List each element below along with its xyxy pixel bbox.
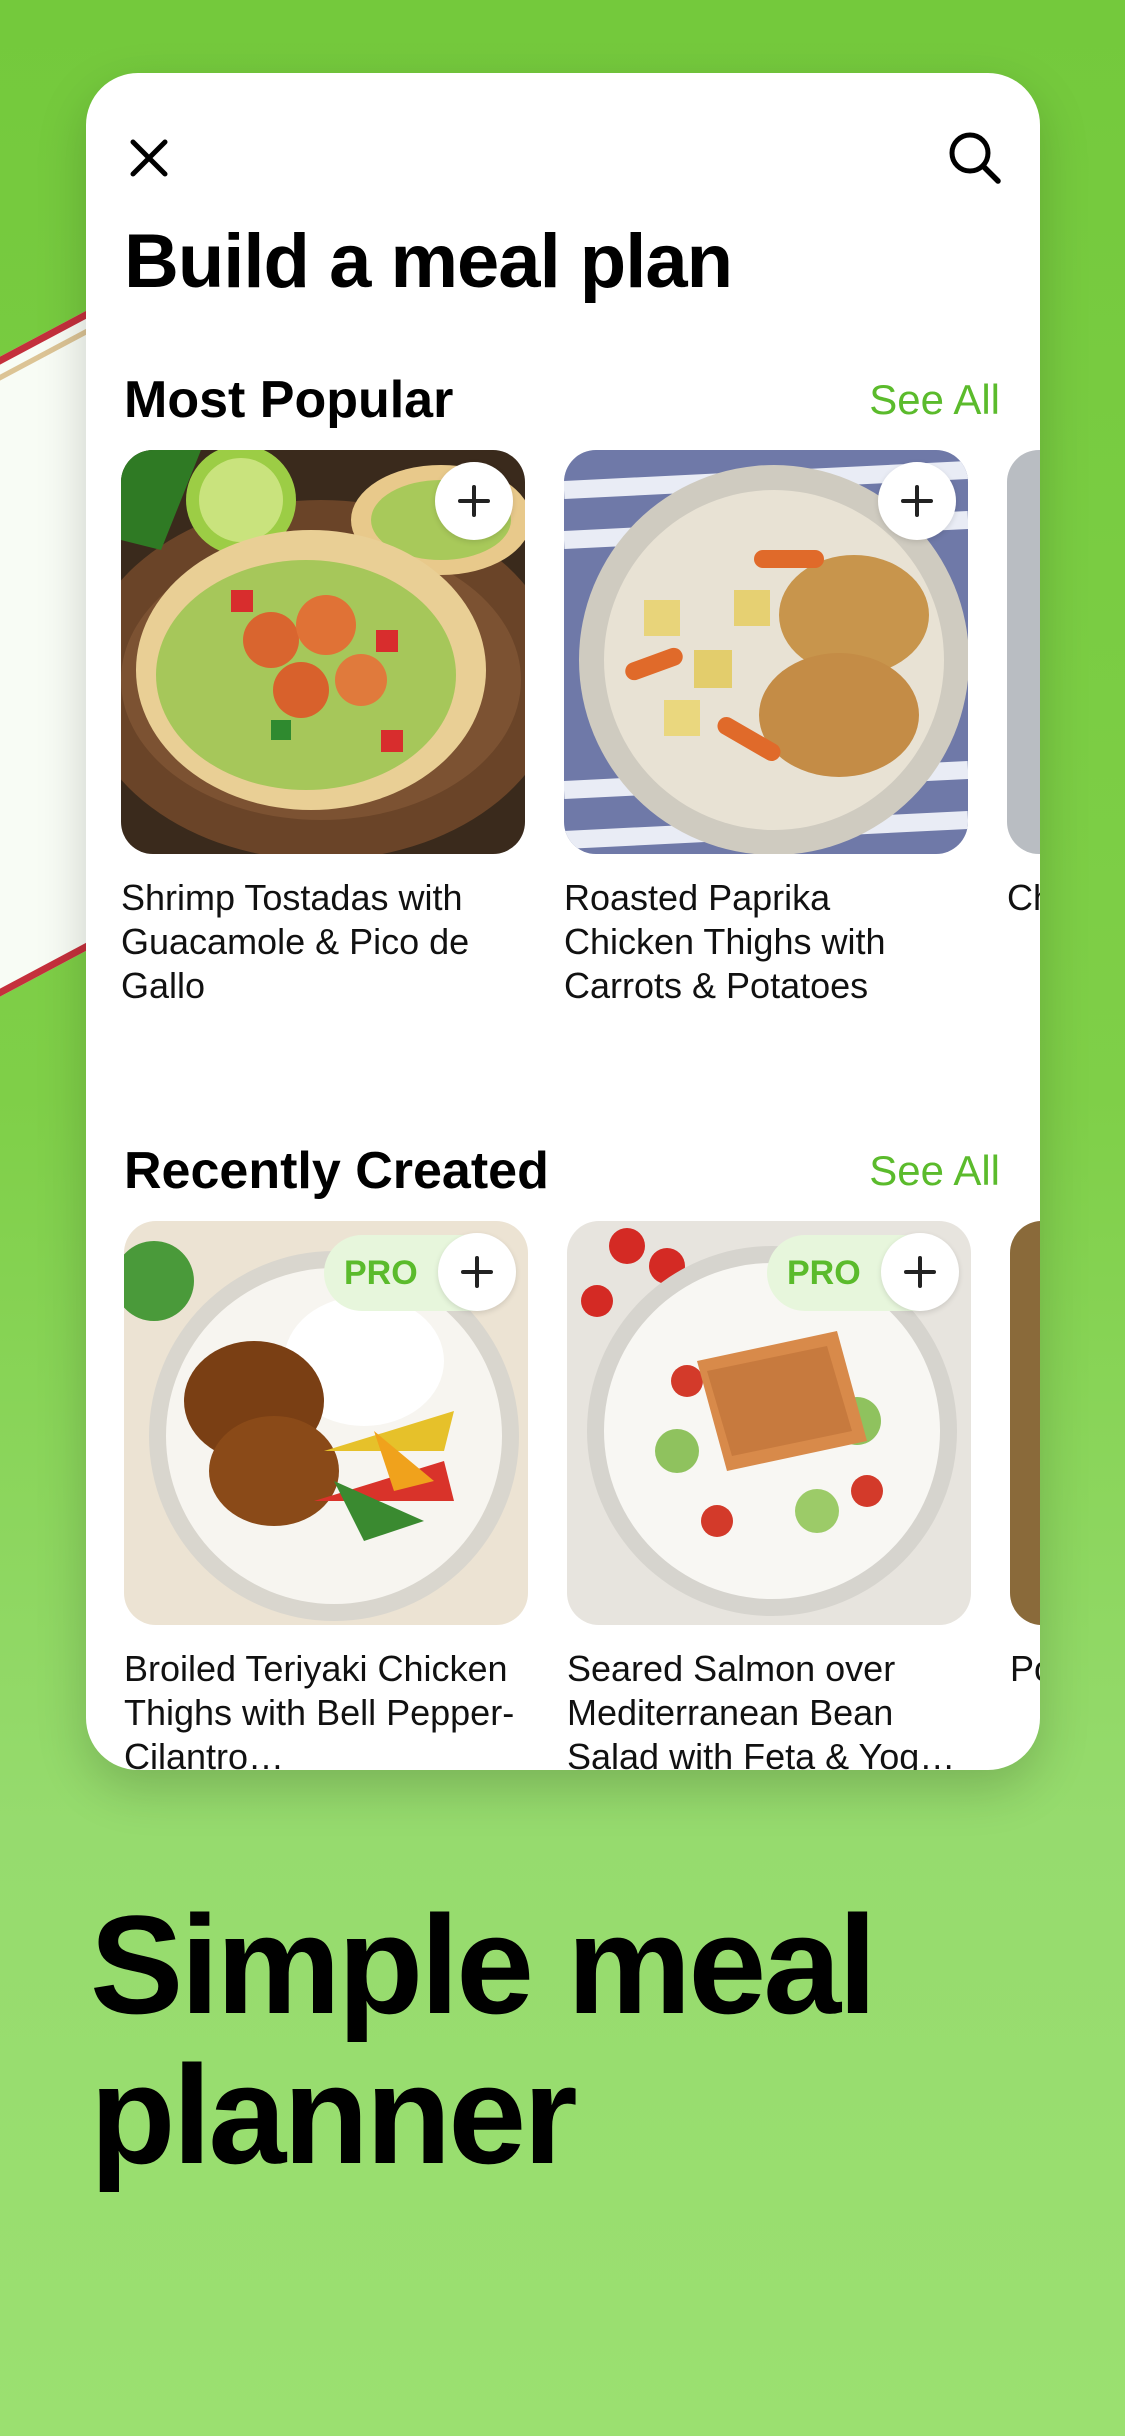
meal-plan-sheet: Build a meal plan Most Popular See All S… xyxy=(86,73,1040,1770)
add-to-plan-button[interactable] xyxy=(435,462,513,540)
search-button[interactable] xyxy=(938,121,1012,195)
recipe-title: Seared Salmon over Mediterranean Bean Sa… xyxy=(567,1648,956,1770)
section-title: Recently Created xyxy=(124,1142,549,1200)
plus-icon xyxy=(461,1256,493,1288)
search-icon xyxy=(949,132,1001,184)
recipe-card-seared-salmon[interactable]: PRO Seared Salmon over Mediterranean Bea… xyxy=(567,1221,971,1770)
section-header: Recently Created See All xyxy=(124,1141,1000,1201)
plus-icon xyxy=(904,1256,936,1288)
pro-label: PRO xyxy=(787,1253,861,1292)
recipe-image xyxy=(564,450,968,854)
popular-carousel[interactable]: Shrimp Tostadas with Guacamole & Pico de… xyxy=(86,450,1040,1010)
close-icon xyxy=(130,139,168,177)
see-all-popular-link[interactable]: See All xyxy=(869,376,1000,424)
headline-line-2: planner xyxy=(90,2036,578,2193)
recipe-image xyxy=(121,450,525,854)
recipe-image: PRO xyxy=(567,1221,971,1625)
add-to-plan-button[interactable] xyxy=(881,1233,959,1311)
pro-label: PRO xyxy=(344,1253,418,1292)
marketing-headline: Simple meal planner xyxy=(90,1886,877,2193)
see-all-recent-link[interactable]: See All xyxy=(869,1147,1000,1195)
section-title: Most Popular xyxy=(124,371,454,429)
close-button[interactable] xyxy=(114,123,184,193)
recipe-title: Po Bu A xyxy=(1010,1648,1040,1689)
section-header: Most Popular See All xyxy=(124,370,1000,430)
recipe-image xyxy=(1007,450,1040,854)
plus-icon xyxy=(901,485,933,517)
recipe-card-teriyaki-chicken[interactable]: PRO Broiled Teriyaki Chicken Thighs with… xyxy=(124,1221,528,1770)
recipe-image xyxy=(1010,1221,1040,1625)
recipe-card-partial[interactable]: Po Bu A xyxy=(1010,1221,1040,1770)
page-title: Build a meal plan xyxy=(124,219,733,304)
recipe-title: Ch Gr Sa xyxy=(1007,877,1040,918)
recipe-title: Roasted Paprika Chicken Thighs with Carr… xyxy=(564,877,886,1006)
recipe-card-paprika-chicken[interactable]: Roasted Paprika Chicken Thighs with Carr… xyxy=(564,450,968,1008)
headline-line-1: Simple meal xyxy=(90,1886,877,2043)
recipe-title: Shrimp Tostadas with Guacamole & Pico de… xyxy=(121,877,470,1006)
plus-icon xyxy=(458,485,490,517)
recipe-card-partial[interactable]: Ch Gr Sa xyxy=(1007,450,1040,1008)
add-to-plan-button[interactable] xyxy=(438,1233,516,1311)
recent-carousel[interactable]: PRO Broiled Teriyaki Chicken Thighs with… xyxy=(86,1221,1040,1770)
recipe-title: Broiled Teriyaki Chicken Thighs with Bel… xyxy=(124,1648,515,1770)
recipe-card-shrimp-tostadas[interactable]: Shrimp Tostadas with Guacamole & Pico de… xyxy=(121,450,525,1008)
recipe-image: PRO xyxy=(124,1221,528,1625)
add-to-plan-button[interactable] xyxy=(878,462,956,540)
